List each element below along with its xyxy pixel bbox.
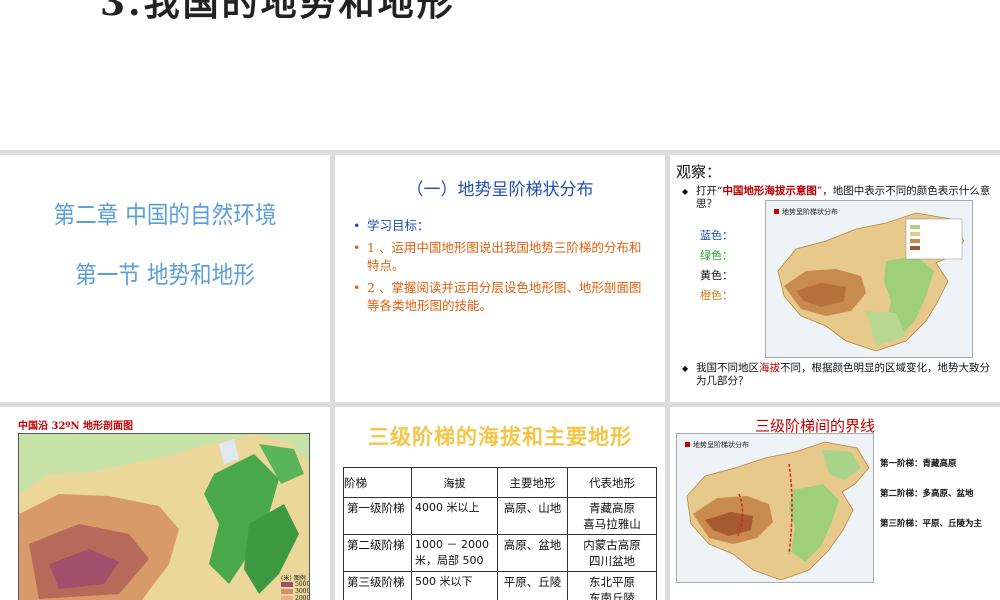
slide-thumbnail-boundaries[interactable]: 三级阶梯间的界线 地势呈阶梯状分布 第一阶梯：青藏高原 第二阶梯：多高原、盆地 … (670, 407, 1000, 600)
legend-item: 2000 (281, 595, 309, 600)
diamond-bullet-icon: ◆ (682, 187, 689, 196)
diamond-bullet-icon: ◆ (682, 364, 689, 373)
china-terrain-icon (19, 434, 309, 600)
color-label-yellow: 黄色： (700, 269, 733, 282)
column-header: 海拔 (411, 467, 498, 498)
legend-item: 5000 (281, 581, 309, 588)
square-icon (774, 209, 779, 214)
bullet-icon: • (353, 218, 361, 233)
color-label-orange: 橙色： (700, 289, 733, 302)
list-item: • 2 、掌握阅读并运用分层设色地形图、地形剖面图等各类地形图的技能。 (353, 280, 642, 313)
slide-thumbnail-chapter[interactable]: 第二章 中国的自然环境 第一节 地势和地形 (0, 155, 330, 402)
slide-title: 中国沿 32ºN 地形剖面图 (18, 421, 134, 432)
chapter-title: 第二章 中国的自然环境 (53, 201, 277, 229)
china-steps-icon (677, 434, 873, 582)
top-title: 3.我国的地势和地形 (100, 0, 456, 24)
column-header: 主要地形 (497, 467, 568, 498)
table-row: 第二级阶梯 1000 － 2000米，局部 500 高原、盆地 内蒙古高原 四川盆… (343, 534, 657, 572)
list-item: • 1 、运用中国地形图说出我国地势三阶梯的分布和特点。 (353, 240, 642, 273)
table-row: 第一级阶梯 4000 米以上 高原、山地 青藏高原 喜马拉雅山 (343, 497, 657, 535)
color-label-blue: 蓝色： (700, 229, 733, 242)
column-header: 阶梯 (343, 467, 412, 498)
slide-heading: 观察： (676, 163, 722, 181)
table-row: 第三级阶梯 500 米以下 平原、丘陵 东北平原 东南丘陵 (343, 571, 657, 600)
steps-table: 阶梯 海拔 主要地形 代表地形 第一级阶梯 4000 米以上 高原、山地 青藏高… (343, 467, 657, 600)
bullet-icon: • (353, 240, 361, 255)
slide-title: （一）地势呈阶梯状分布 (406, 180, 594, 200)
section-title: 第一节 地势和地形 (75, 261, 255, 289)
china-map-icon (766, 201, 972, 357)
map-legend: (米) 图例 5000 3000 2000 (281, 574, 309, 600)
bullet-icon: • (353, 280, 361, 295)
china-steps-map: 地势呈阶梯状分布 (676, 433, 874, 583)
legend-item: 3000 (281, 588, 309, 595)
color-label-green: 绿色： (700, 249, 733, 262)
slide-thumbnail-goals[interactable]: （一）地势呈阶梯状分布 • 学习目标： • 1 、运用中国地形图说出我国地势三阶梯的… (335, 155, 665, 402)
slide-title: 三级阶梯的海拔和主要地形 (368, 425, 632, 449)
china-elevation-map: 地势呈阶梯状分布 (765, 200, 973, 358)
step-label-third: 第三阶梯：平原、丘陵为主 (880, 519, 983, 529)
list-item: • 学习目标： (353, 218, 430, 233)
question-text: ◆ 我国不同地区海拔不同，根据颜色明显的区域变化，地势大致分为几部分？ (682, 362, 990, 387)
goal-list: • 学习目标： • 1 、运用中国地形图说出我国地势三阶梯的分布和特点。 • 2 、掌… (353, 217, 653, 319)
slide-thumbnail-table[interactable]: 三级阶梯的海拔和主要地形 阶梯 海拔 主要地形 代表地形 第一级阶梯 4000 … (335, 407, 665, 600)
table-header-row: 阶梯 海拔 主要地形 代表地形 (343, 467, 657, 498)
column-header: 代表地形 (567, 467, 657, 498)
slide-thumbnail-observe[interactable]: 观察： ◆ 打开“中国地形海拔示意图”，地图中表示不同的颜色表示什么意思？ 蓝色：… (670, 155, 1000, 402)
map-title: 地势呈阶梯状分布 (774, 207, 838, 217)
slide-thumbnail-profile[interactable]: 中国沿 32ºN 地形剖面图 (米) 图例 5000 3000 2000 (0, 407, 330, 600)
square-icon (685, 442, 690, 447)
top-banner: 3.我国的地势和地形 (0, 0, 1000, 150)
china-terrain-map: (米) 图例 5000 3000 2000 (18, 433, 310, 600)
map-title: 地势呈阶梯状分布 (685, 440, 749, 450)
step-label-first: 第一阶梯：青藏高原 (880, 459, 957, 469)
step-label-second: 第二阶梯：多高原、盆地 (880, 489, 974, 499)
